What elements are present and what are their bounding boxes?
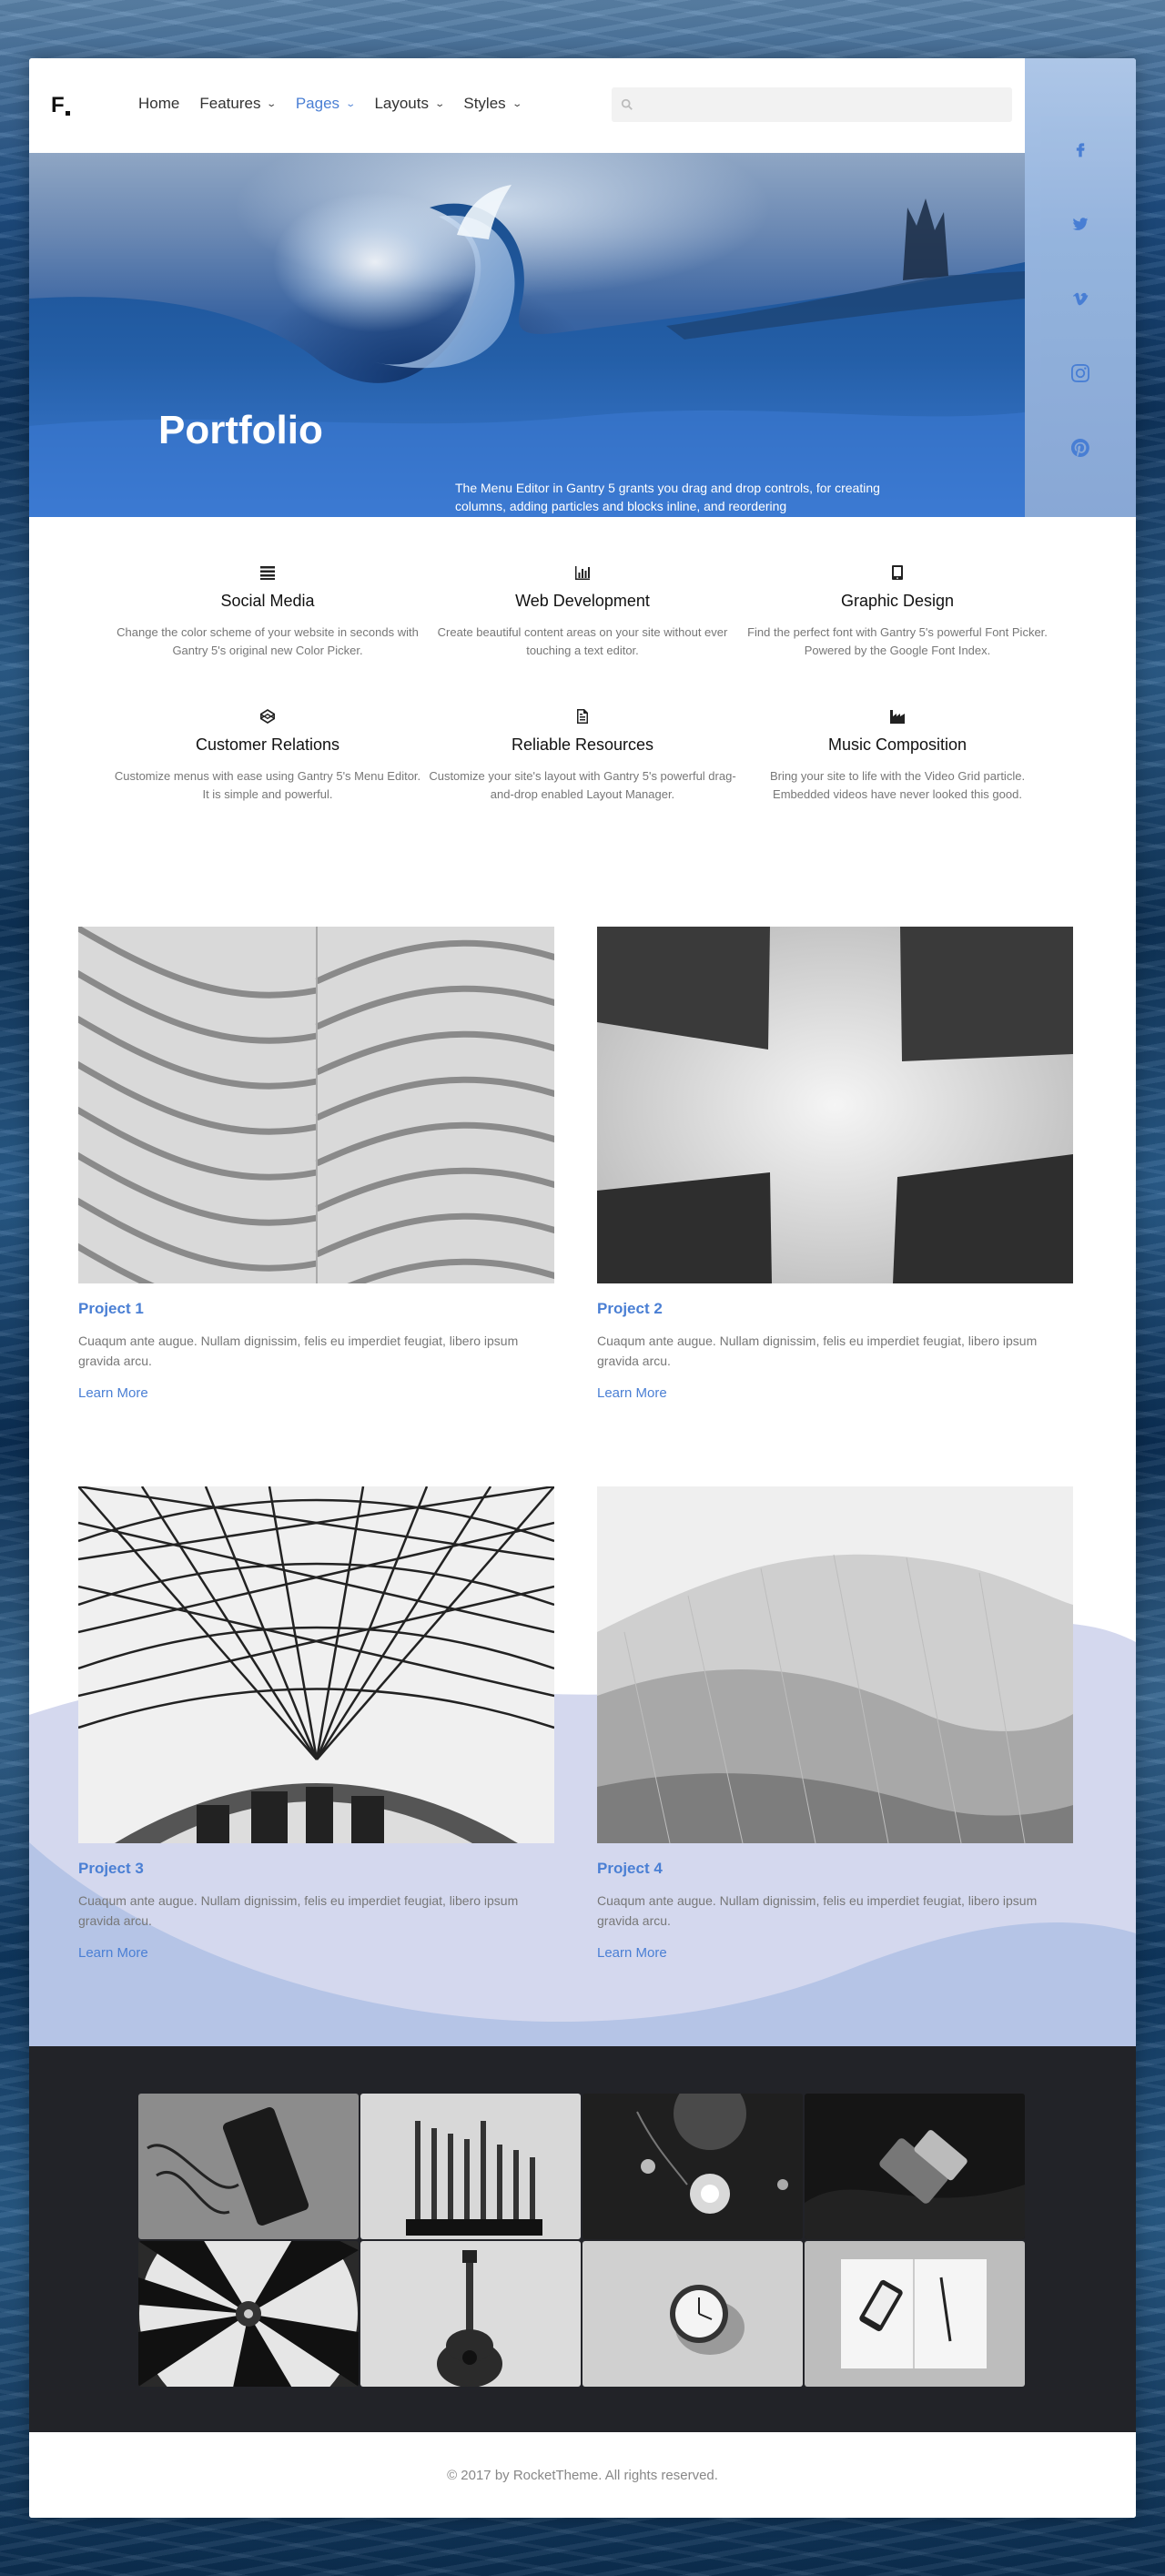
feature-web-development: Web Development Create beautiful content… bbox=[428, 564, 737, 660]
vimeo-icon[interactable] bbox=[1069, 288, 1091, 309]
nav-label: Home bbox=[138, 95, 180, 112]
feature-text: Customize your site's layout with Gantry… bbox=[429, 769, 736, 801]
facebook-icon[interactable] bbox=[1069, 138, 1091, 160]
gallery-image-light-bulb[interactable] bbox=[582, 2094, 803, 2239]
project-card: Project 4 Cuaqum ante augue. Nullam dign… bbox=[597, 1486, 1073, 1962]
chevron-down-icon: ⌄ bbox=[345, 98, 357, 109]
project-card: Project 1 Cuaqum ante augue. Nullam dign… bbox=[78, 927, 554, 1402]
feature-social-media: Social Media Change the color scheme of … bbox=[113, 564, 422, 660]
industry-icon bbox=[889, 708, 906, 725]
file-icon bbox=[574, 708, 591, 725]
image-gallery bbox=[138, 2094, 1027, 2387]
page-container: F Home Features ⌄ Pages ⌄ Layouts ⌄ Styles ⌄ bbox=[29, 58, 1136, 2518]
project-image[interactable] bbox=[597, 1486, 1073, 1843]
gallery-image-clock[interactable] bbox=[582, 2241, 803, 2387]
feature-title: Graphic Design bbox=[840, 592, 955, 610]
search-icon bbox=[621, 98, 633, 110]
feature-customer-relations: Customer Relations Customize menus with … bbox=[113, 708, 422, 804]
chevron-down-icon: ⌄ bbox=[434, 98, 446, 109]
search-input[interactable] bbox=[641, 97, 1012, 112]
project-card: Project 3 Cuaqum ante augue. Nullam dign… bbox=[78, 1486, 554, 1962]
feature-text: Change the color scheme of your website … bbox=[116, 625, 419, 657]
project-text: Cuaqum ante augue. Nullam dignissim, fel… bbox=[78, 1334, 519, 1368]
feature-title: Music Composition bbox=[827, 735, 967, 754]
feature-text: Customize menus with ease using Gantry 5… bbox=[114, 769, 421, 801]
feature-title: Customer Relations bbox=[195, 735, 340, 754]
project-image[interactable] bbox=[78, 1486, 554, 1843]
chevron-down-icon: ⌄ bbox=[511, 98, 522, 109]
nav-item-layouts[interactable]: Layouts ⌄ bbox=[374, 95, 446, 113]
learn-more-link[interactable]: Learn More bbox=[597, 1385, 667, 1401]
main-nav: Home Features ⌄ Pages ⌄ Layouts ⌄ Styles ⌄ bbox=[138, 95, 522, 113]
feature-title: Web Development bbox=[515, 592, 650, 610]
project-card: Project 2 Cuaqum ante augue. Nullam dign… bbox=[597, 927, 1073, 1402]
logo-dot bbox=[66, 111, 70, 116]
feature-graphic-design: Graphic Design Find the perfect font wit… bbox=[743, 564, 1052, 660]
nav-item-styles[interactable]: Styles ⌄ bbox=[463, 95, 522, 113]
project-title[interactable]: Project 3 bbox=[78, 1860, 554, 1878]
feature-title: Social Media bbox=[220, 592, 315, 610]
learn-more-link[interactable]: Learn More bbox=[597, 1945, 667, 1961]
social-sidebar bbox=[1025, 58, 1136, 517]
list-icon bbox=[259, 564, 276, 581]
footer: © 2017 by RocketTheme. All rights reserv… bbox=[29, 2432, 1136, 2518]
copyright-text: © 2017 by RocketTheme. All rights reserv… bbox=[447, 2467, 718, 2483]
tablet-icon bbox=[889, 564, 906, 581]
gallery-image-phone[interactable] bbox=[138, 2094, 359, 2239]
pinterest-icon[interactable] bbox=[1069, 437, 1091, 459]
learn-more-link[interactable]: Learn More bbox=[78, 1385, 148, 1401]
logo[interactable]: F bbox=[51, 93, 65, 118]
nav-item-pages[interactable]: Pages ⌄ bbox=[295, 95, 357, 113]
project-title[interactable]: Project 4 bbox=[597, 1860, 1073, 1878]
feature-reliable-resources: Reliable Resources Customize your site's… bbox=[428, 708, 737, 804]
project-text: Cuaqum ante augue. Nullam dignissim, fel… bbox=[597, 1893, 1038, 1928]
gallery-image-dartboard[interactable] bbox=[138, 2241, 359, 2387]
feature-title: Reliable Resources bbox=[511, 735, 654, 754]
project-text: Cuaqum ante augue. Nullam dignissim, fel… bbox=[78, 1893, 519, 1928]
feature-text: Find the perfect font with Gantry 5's po… bbox=[747, 625, 1048, 657]
gallery-image-notebook[interactable] bbox=[805, 2241, 1025, 2387]
features-section: Social Media Change the color scheme of … bbox=[29, 517, 1136, 863]
chevron-down-icon: ⌄ bbox=[266, 98, 278, 109]
gallery-section bbox=[29, 2046, 1136, 2432]
project-title[interactable]: Project 2 bbox=[597, 1300, 1073, 1318]
nav-label: Styles bbox=[463, 95, 506, 112]
gallery-image-drill-bits[interactable] bbox=[360, 2094, 581, 2239]
project-text: Cuaqum ante augue. Nullam dignissim, fel… bbox=[597, 1334, 1038, 1368]
nav-label: Layouts bbox=[374, 95, 429, 112]
search-box[interactable] bbox=[612, 87, 1012, 122]
nav-item-features[interactable]: Features ⌄ bbox=[199, 95, 278, 113]
header: F Home Features ⌄ Pages ⌄ Layouts ⌄ Styles ⌄ bbox=[29, 58, 1025, 153]
nav-label: Features bbox=[199, 95, 261, 112]
gallery-image-phones-cloth[interactable] bbox=[805, 2094, 1025, 2239]
twitter-icon[interactable] bbox=[1069, 213, 1091, 235]
project-image[interactable] bbox=[597, 927, 1073, 1283]
codepen-icon bbox=[259, 708, 276, 725]
hero-wave-image bbox=[29, 185, 1025, 517]
feature-music-composition: Music Composition Bring your site to lif… bbox=[743, 708, 1052, 804]
hero-description: The Menu Editor in Gantry 5 grants you d… bbox=[455, 481, 880, 513]
project-title[interactable]: Project 1 bbox=[78, 1300, 554, 1318]
feature-text: Create beautiful content areas on your s… bbox=[437, 625, 728, 657]
instagram-icon[interactable] bbox=[1069, 362, 1091, 384]
learn-more-link[interactable]: Learn More bbox=[78, 1945, 148, 1961]
hero-banner: Portfolio The Menu Editor in Gantry 5 gr… bbox=[29, 153, 1025, 517]
nav-label: Pages bbox=[295, 95, 340, 112]
project-image[interactable] bbox=[78, 927, 554, 1283]
gallery-image-guitar[interactable] bbox=[360, 2241, 581, 2387]
bar-chart-icon bbox=[574, 564, 591, 581]
feature-text: Bring your site to life with the Video G… bbox=[769, 769, 1026, 801]
nav-item-home[interactable]: Home bbox=[138, 95, 179, 113]
hero-title: Portfolio bbox=[158, 408, 323, 452]
